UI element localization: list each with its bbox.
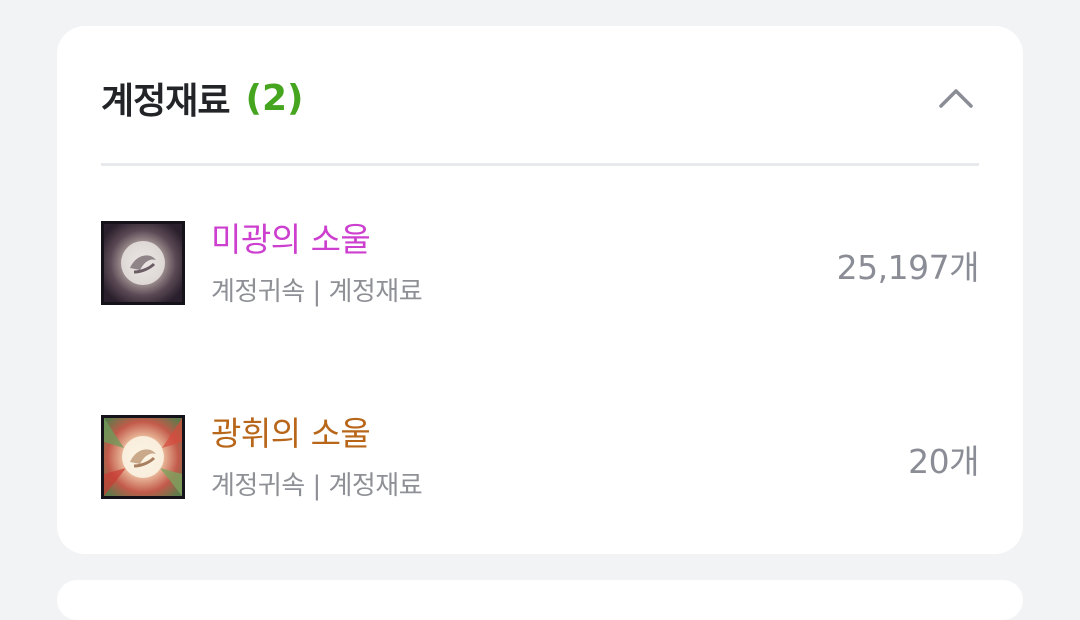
item-name: 미광의 소울 [211,220,371,259]
next-section-card [57,580,1023,620]
collapse-button[interactable] [933,75,979,121]
radiant-soul-orb-icon [101,415,185,499]
header-divider [101,163,979,166]
item-tags: 계정귀속 | 계정재료 [211,471,423,501]
account-materials-card: 계정재료 (2) 미광의 소울 계정귀속 | 계정재료 25,197개 광휘의 … [57,26,1023,554]
list-item[interactable]: 광휘의 소울 계정귀속 | 계정재료 20개 [101,414,979,504]
soul-orb-icon [101,221,185,305]
section-count: (2) [245,77,304,119]
chevron-up-icon [939,89,973,108]
section-title: 계정재료 [101,81,230,122]
item-tags: 계정귀속 | 계정재료 [211,277,423,307]
list-item[interactable]: 미광의 소울 계정귀속 | 계정재료 25,197개 [101,220,980,310]
item-quantity: 20개 [908,442,979,481]
item-name: 광휘의 소울 [211,414,371,453]
item-quantity: 25,197개 [836,248,980,287]
section-header: 계정재료 (2) [101,72,979,124]
